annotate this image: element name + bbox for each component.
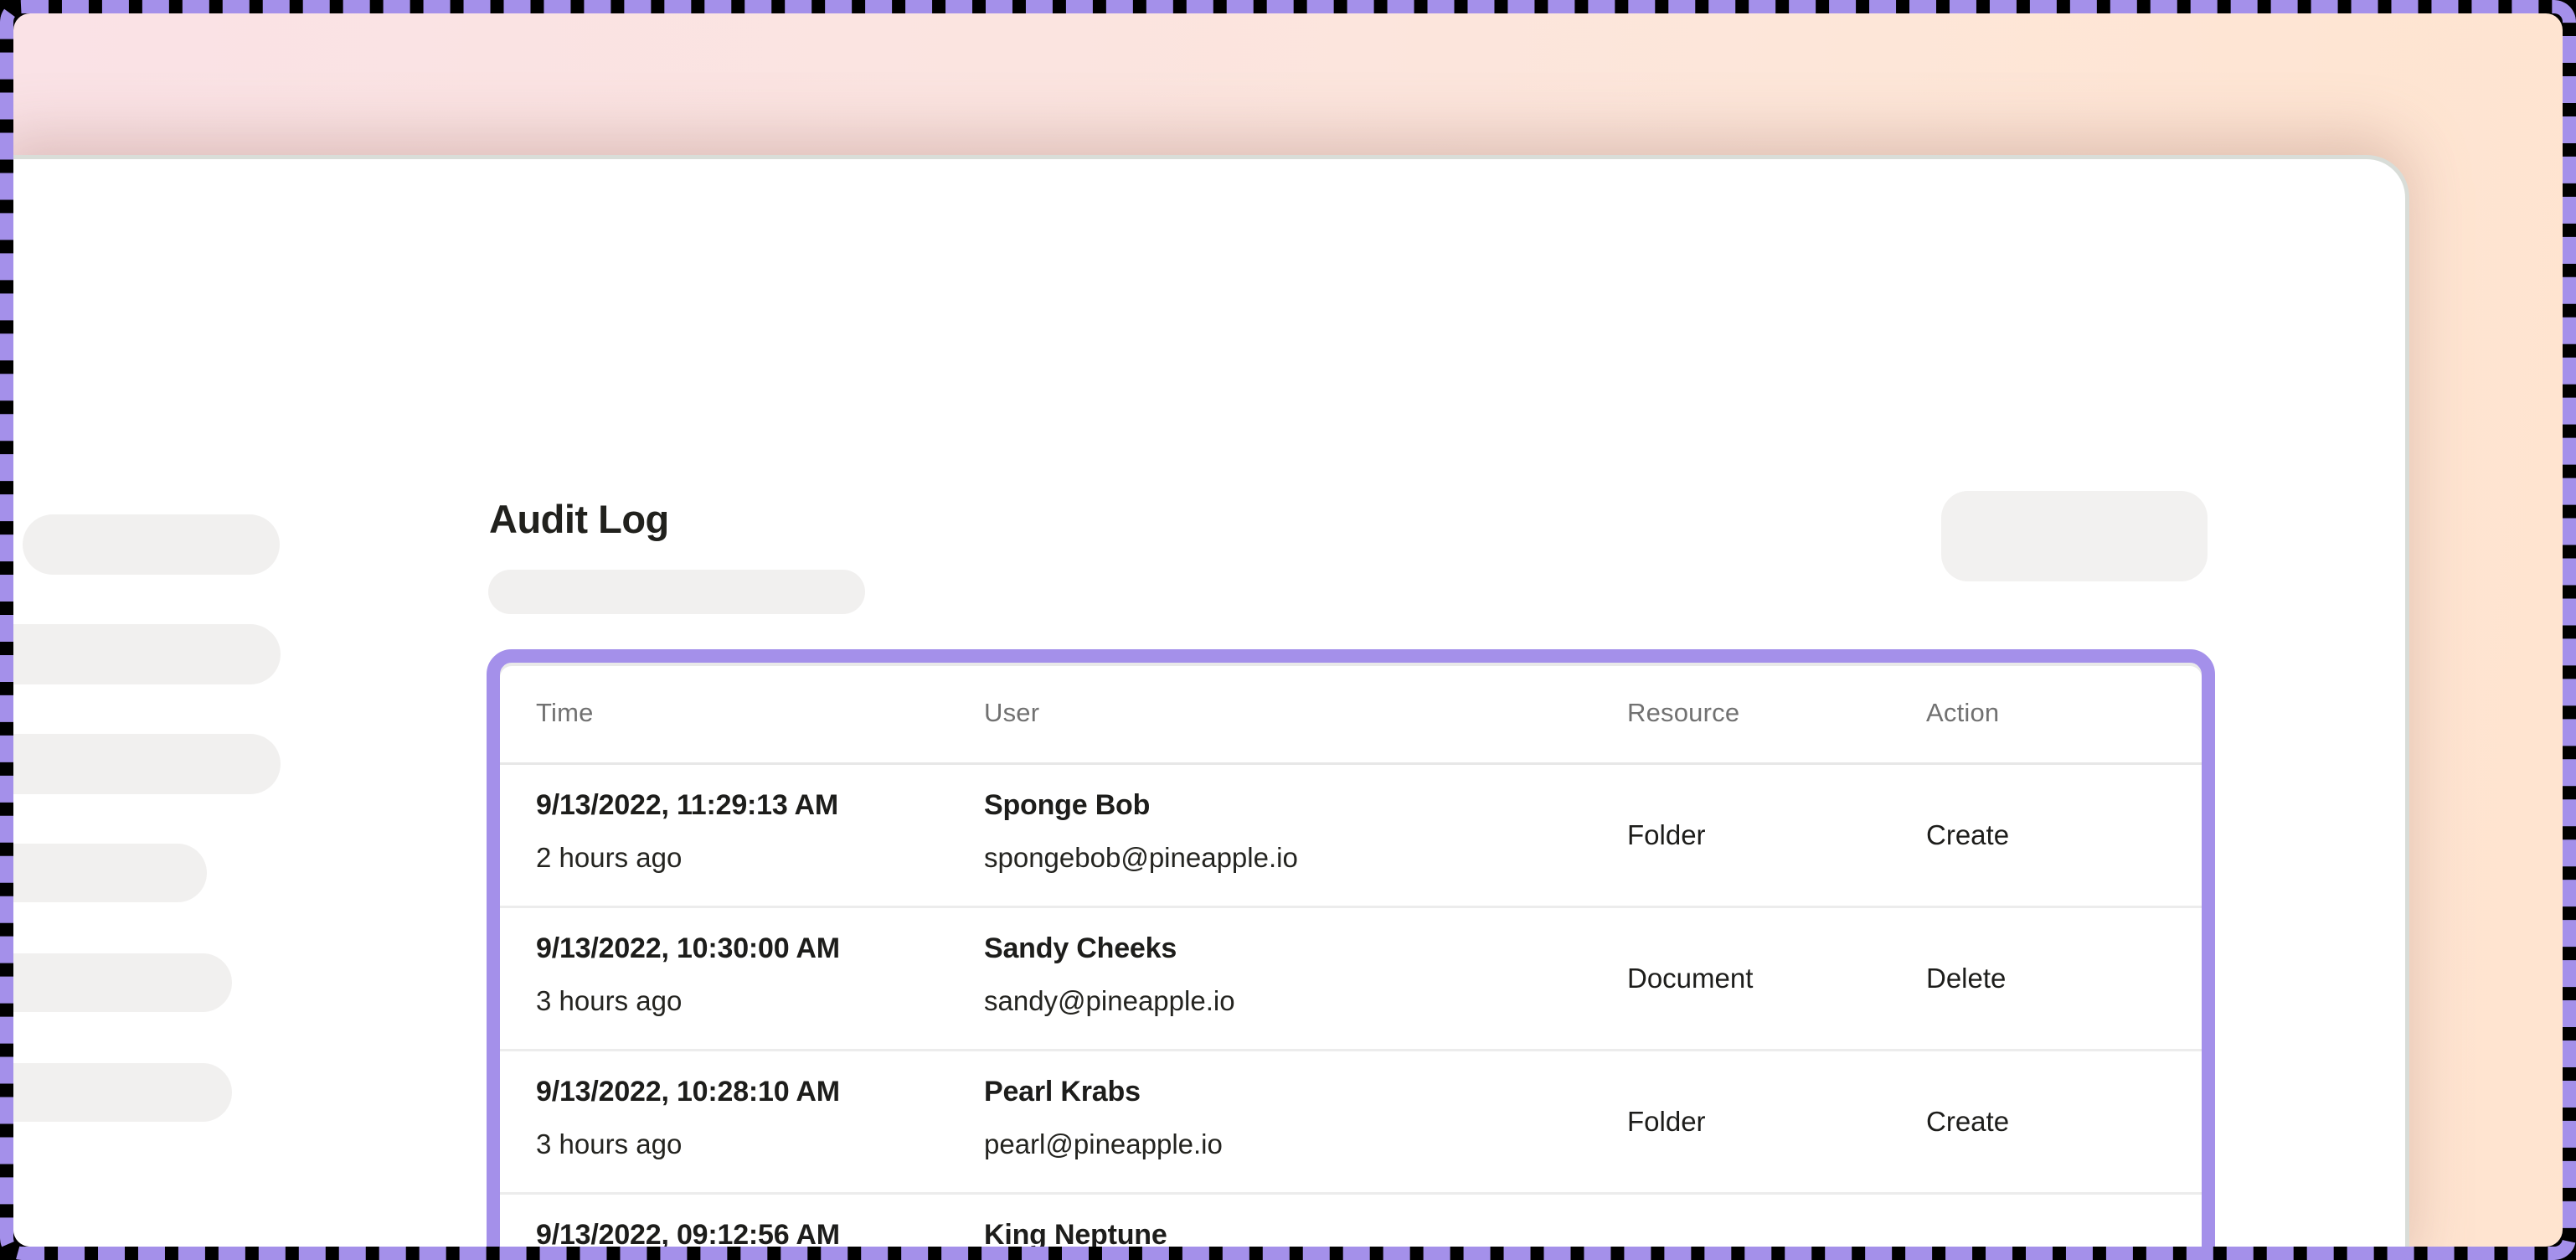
cell-user: Sandy Cheeks sandy@pineapple.io: [984, 908, 1627, 1049]
app-mockup: Audit Log Time User Resource Action 9/13…: [13, 13, 2563, 1247]
cell-time: 9/13/2022, 11:29:13 AM 2 hours ago: [536, 765, 984, 906]
cell-action: Create: [1926, 765, 2202, 906]
cell-resource: Folder: [1627, 765, 1926, 906]
content-clip: Audit Log Time User Resource Action 9/13…: [13, 13, 2563, 1247]
sidebar-item-skeleton: [13, 624, 281, 684]
user-name: Sandy Cheeks: [984, 931, 1627, 966]
cell-time: 9/13/2022, 09:12:56 AM 4 hours ago: [536, 1195, 984, 1247]
relative-time: 3 hours ago: [536, 985, 984, 1017]
page-title: Audit Log: [489, 498, 669, 541]
user-email: spongebob@pineapple.io: [984, 842, 1627, 874]
app-window-card: Audit Log Time User Resource Action 9/13…: [13, 159, 2405, 1247]
timestamp: 9/13/2022, 10:28:10 AM: [536, 1074, 984, 1109]
cell-resource: Document: [1627, 908, 1926, 1049]
sidebar-item-skeleton: [13, 953, 232, 1012]
cell-time: 9/13/2022, 10:30:00 AM 3 hours ago: [536, 908, 984, 1049]
table-row: 9/13/2022, 11:29:13 AM 2 hours ago Spong…: [500, 765, 2202, 908]
sidebar-item-skeleton: [13, 844, 207, 902]
timestamp: 9/13/2022, 11:29:13 AM: [536, 788, 984, 823]
subtitle-skeleton: [488, 570, 865, 614]
column-header-resource: Resource: [1627, 698, 1926, 728]
relative-time: 3 hours ago: [536, 1128, 984, 1160]
cell-user: Pearl Krabs pearl@pineapple.io: [984, 1051, 1627, 1192]
primary-action-button-skeleton[interactable]: [1941, 491, 2208, 581]
table-row: 9/13/2022, 09:12:56 AM 4 hours ago King …: [500, 1195, 2202, 1247]
user-email: pearl@pineapple.io: [984, 1128, 1627, 1160]
timestamp: 9/13/2022, 10:30:00 AM: [536, 931, 984, 966]
table-row: 9/13/2022, 10:28:10 AM 3 hours ago Pearl…: [500, 1051, 2202, 1195]
column-header-time: Time: [536, 698, 984, 728]
user-email: sandy@pineapple.io: [984, 985, 1627, 1017]
user-name: Pearl Krabs: [984, 1074, 1627, 1109]
relative-time: 2 hours ago: [536, 842, 984, 874]
user-name: King Neptune: [984, 1217, 1627, 1247]
sidebar-item-skeleton: [13, 1063, 232, 1122]
audit-log-table: Time User Resource Action 9/13/2022, 11:…: [487, 649, 2215, 1247]
cell-user: King Neptune neptune@pineapple.io: [984, 1195, 1627, 1247]
cell-user: Sponge Bob spongebob@pineapple.io: [984, 765, 1627, 906]
cell-resource: File: [1627, 1195, 1926, 1247]
cell-resource: Folder: [1627, 1051, 1926, 1192]
cell-time: 9/13/2022, 10:28:10 AM 3 hours ago: [536, 1051, 984, 1192]
timestamp: 9/13/2022, 09:12:56 AM: [536, 1217, 984, 1247]
user-name: Sponge Bob: [984, 788, 1627, 823]
cell-action: Edit: [1926, 1195, 2202, 1247]
table-header-row: Time User Resource Action: [500, 663, 2202, 765]
cell-action: Create: [1926, 1051, 2202, 1192]
cell-action: Delete: [1926, 908, 2202, 1049]
screenshot-frame: Audit Log Time User Resource Action 9/13…: [0, 0, 2576, 1260]
column-header-action: Action: [1926, 698, 2202, 728]
sidebar-item-skeleton: [23, 514, 280, 575]
sidebar-item-skeleton: [13, 734, 281, 794]
table-row: 9/13/2022, 10:30:00 AM 3 hours ago Sandy…: [500, 908, 2202, 1051]
column-header-user: User: [984, 698, 1627, 728]
